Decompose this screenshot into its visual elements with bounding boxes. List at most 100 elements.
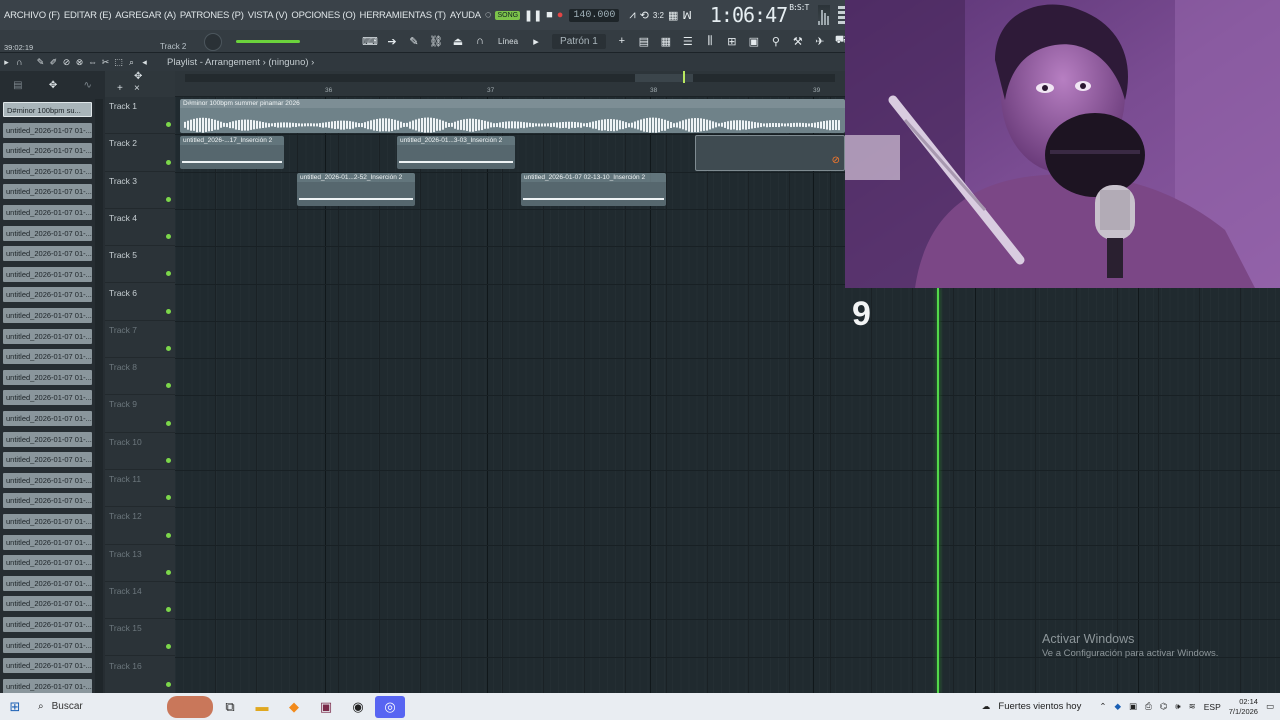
track-enable-led[interactable] xyxy=(166,234,171,240)
menu-item[interactable]: EDITAR (E) xyxy=(64,10,112,21)
track-header[interactable]: Track 8 xyxy=(105,358,175,396)
picker-item[interactable]: untitled_2026-01-07 01-... xyxy=(3,349,92,365)
picker-item[interactable]: untitled_2026-01-07 01-... xyxy=(3,431,92,447)
horizontal-scrollbar[interactable] xyxy=(185,74,835,82)
audio-clip[interactable]: untitled_2026-01...3-03_Inserción 2 xyxy=(397,136,515,169)
picker-item[interactable]: untitled_2026-01-07 01-... xyxy=(3,658,92,674)
track-header[interactable]: Track 15 xyxy=(105,619,175,657)
plugin-icon[interactable]: ⚲ xyxy=(766,32,786,50)
track-header[interactable]: Track 11 xyxy=(105,470,175,508)
weather-text[interactable]: Fuertes vientos hoy xyxy=(998,701,1081,712)
menu-item[interactable]: VISTA (V) xyxy=(248,10,288,21)
track-enable-led[interactable] xyxy=(166,196,171,202)
track-enable-led[interactable] xyxy=(166,569,171,575)
add-pattern-icon[interactable]: + xyxy=(612,32,632,50)
picker-item[interactable]: untitled_2026-01-07 01-... xyxy=(3,534,92,550)
picker-item[interactable]: untitled_2026-01-07 01-... xyxy=(3,678,92,694)
mixer-icon[interactable]: ⫼ xyxy=(700,32,720,50)
blend-icon[interactable]: ꟽ xyxy=(682,6,692,24)
track-enable-led[interactable] xyxy=(166,420,171,426)
picker-item[interactable]: untitled_2026-01-07 01-... xyxy=(3,555,92,571)
track-enable-led[interactable] xyxy=(166,495,171,501)
menu-item[interactable]: HERRAMIENTAS (T) xyxy=(360,10,447,21)
track-header[interactable]: Track 14 xyxy=(105,582,175,620)
task-view-icon[interactable]: ⧉ xyxy=(215,696,245,718)
audio-clip[interactable]: untitled_2026-01-07 02-13-10_Inserción 2 xyxy=(521,173,666,206)
keyboard-icon[interactable]: ⌨ xyxy=(360,32,380,50)
tools-icon[interactable]: ⚒ xyxy=(788,32,808,50)
stop-button[interactable]: ■ xyxy=(546,6,553,24)
picker-item[interactable]: untitled_2026-01-07 01-... xyxy=(3,390,92,406)
slice-tool-icon[interactable]: ✂ xyxy=(99,57,112,68)
widget-image-icon[interactable] xyxy=(167,695,213,718)
picker-item[interactable]: untitled_2026-01-07 01-... xyxy=(3,369,92,385)
menu-item[interactable]: AGREGAR (A) xyxy=(115,10,176,21)
move-icon[interactable]: ✥ xyxy=(134,71,142,82)
pencil-icon[interactable]: ✎ xyxy=(404,32,424,50)
weather-icon[interactable]: ☁ xyxy=(982,701,991,712)
menu-item[interactable]: PATRONES (P) xyxy=(180,10,244,21)
move-icon[interactable]: ✥ xyxy=(49,80,57,91)
magnet-icon[interactable]: ∩ xyxy=(470,32,490,50)
notification-icon[interactable]: ▭ xyxy=(1266,701,1274,712)
picker-item[interactable]: untitled_2026-01-07 01-... xyxy=(3,514,92,529)
clock[interactable]: 02:14 7/1/2026 xyxy=(1229,697,1258,717)
volume-icon[interactable]: 🕪 xyxy=(1175,701,1180,712)
close-icon[interactable]: × xyxy=(134,83,140,94)
picker-item[interactable]: untitled_2026-01-07 01-... xyxy=(3,246,92,262)
pattern-picker-icon[interactable]: ▤ xyxy=(13,80,22,91)
track-header[interactable]: Track 2 xyxy=(105,134,175,172)
track-enable-led[interactable] xyxy=(166,383,171,389)
picker-item[interactable]: untitled_2026-01-07 01-... xyxy=(3,266,92,282)
project-icon[interactable]: ▣ xyxy=(744,32,764,50)
track-enable-led[interactable] xyxy=(166,532,171,538)
track-header[interactable]: Track 10 xyxy=(105,433,175,470)
track-enable-led[interactable] xyxy=(166,644,171,650)
windows-start-icon[interactable]: ⊞ xyxy=(0,699,30,715)
picker-item[interactable]: untitled_2026-01-07 01-... xyxy=(3,163,92,179)
track-header[interactable]: Track 9 xyxy=(105,395,175,433)
delete-tool-icon[interactable]: ⊘ xyxy=(60,57,73,68)
picker-item[interactable]: untitled_2026-01-07 01-... xyxy=(3,493,92,509)
loop-record-icon[interactable]: ⟲ xyxy=(640,6,649,24)
picker-item[interactable]: untitled_2026-01-07 01-... xyxy=(3,328,92,344)
zoom-tool-icon[interactable]: ⌕ xyxy=(125,57,138,68)
stamp-icon[interactable]: ⏏ xyxy=(448,32,468,50)
pause-button[interactable]: ❚❚ xyxy=(524,6,542,24)
track-header[interactable]: Track 6 xyxy=(105,284,175,321)
record-button[interactable]: ● xyxy=(557,6,564,24)
picker-item[interactable]: untitled_2026-01-07 01-... xyxy=(3,143,92,159)
mute-tool-icon[interactable]: ⊗ xyxy=(73,57,86,68)
menu-item[interactable]: OPCIONES (O) xyxy=(291,10,355,21)
audio-clip[interactable]: D#minor 100bpm summer pinamar 2026 xyxy=(180,99,845,133)
position-marker[interactable] xyxy=(683,71,685,83)
track-enable-led[interactable] xyxy=(166,271,171,277)
wifi-icon[interactable]: ≋ xyxy=(1189,701,1196,712)
playhead[interactable] xyxy=(937,288,939,693)
track-header[interactable]: Track 13 xyxy=(105,545,175,582)
track-enable-led[interactable] xyxy=(166,607,171,613)
wait-icon[interactable]: ⩘ xyxy=(629,6,635,24)
snap-select[interactable]: Línea xyxy=(498,37,518,46)
piano-roll-icon[interactable]: ☰ xyxy=(678,32,698,50)
song-mode-toggle[interactable]: SONG xyxy=(495,10,521,20)
track-enable-led[interactable] xyxy=(166,122,171,128)
picker-item[interactable]: untitled_2026-01-07 01-... xyxy=(3,287,92,303)
picker-item[interactable]: untitled_2026-01-07 01-... xyxy=(3,122,92,138)
obs-app-icon[interactable]: ▣ xyxy=(311,696,341,718)
picker-item[interactable]: D#minor 100bpm su... xyxy=(3,102,92,117)
track-header[interactable]: Track 3 xyxy=(105,172,175,209)
track-enable-led[interactable] xyxy=(166,681,171,687)
master-volume-knob[interactable] xyxy=(204,33,222,51)
picker-item[interactable]: untitled_2026-01-07 01-... xyxy=(3,205,92,220)
slip-tool-icon[interactable]: ⇔ xyxy=(86,57,99,67)
picker-item[interactable]: untitled_2026-01-07 01-... xyxy=(3,575,92,591)
track-header[interactable]: Track 1 xyxy=(105,97,175,135)
timeline-ruler[interactable]: 36 37 38 39 xyxy=(175,71,845,97)
track-enable-led[interactable] xyxy=(166,346,171,352)
picker-item[interactable]: untitled_2026-01-07 01-... xyxy=(3,617,92,632)
picker-item[interactable]: untitled_2026-01-07 01-... xyxy=(3,472,92,488)
picker-item[interactable]: untitled_2026-01-07 01-... xyxy=(3,452,92,468)
browser-icon[interactable]: ⊞ xyxy=(722,32,742,50)
master-pitch-slider[interactable] xyxy=(236,40,300,43)
